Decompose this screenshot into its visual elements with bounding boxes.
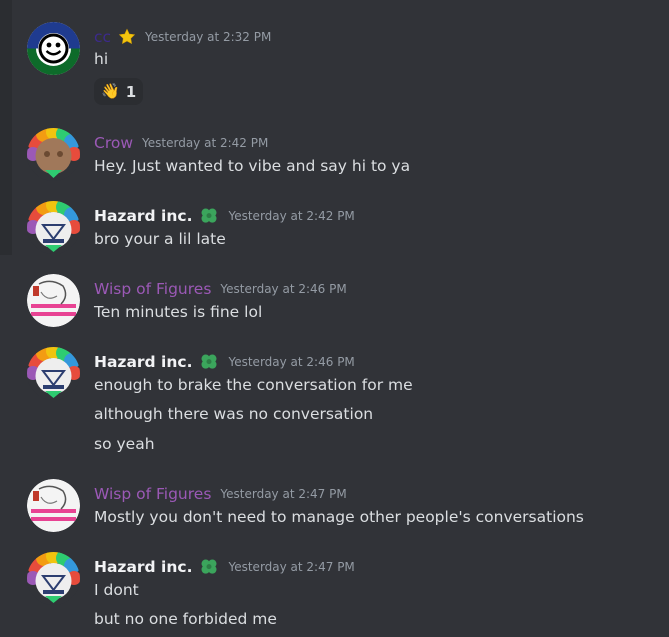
- clown-avatar-icon: [27, 552, 80, 605]
- avatar[interactable]: [27, 128, 80, 181]
- clown-avatar-icon: [27, 201, 80, 254]
- message-text: bro your a lil late: [94, 230, 226, 248]
- message-text: Hey. Just wanted to vibe and say hi to y…: [94, 157, 411, 175]
- timestamp[interactable]: Yesterday at 2:47 PM: [220, 487, 346, 501]
- smiley-avatar-icon: [27, 22, 80, 75]
- username[interactable]: Wisp of Figures: [94, 485, 211, 503]
- timestamp[interactable]: Yesterday at 2:42 PM: [228, 209, 354, 223]
- message-header: Hazard inc. Yesterday at 2:46 PM: [94, 351, 355, 373]
- sketch-avatar-icon: [27, 274, 80, 327]
- message-header: cc Yesterday at 2:32 PM: [94, 26, 271, 48]
- star-icon: [118, 28, 136, 46]
- message-text: enough to brake the conversation for me: [94, 376, 413, 394]
- username[interactable]: Hazard inc.: [94, 353, 192, 371]
- timestamp[interactable]: Yesterday at 2:47 PM: [228, 560, 354, 574]
- flower-icon: [199, 206, 219, 226]
- message-text: Mostly you don't need to manage other pe…: [94, 508, 584, 526]
- reaction-button[interactable]: 👋 1: [94, 78, 144, 105]
- clown-avatar-icon: [27, 128, 80, 181]
- sidebar-edge: [0, 0, 12, 255]
- message-header: Hazard inc. Yesterday at 2:47 PM: [94, 556, 355, 578]
- avatar[interactable]: [27, 479, 80, 532]
- username[interactable]: cc: [94, 28, 111, 46]
- username[interactable]: Hazard inc.: [94, 558, 192, 576]
- reaction-count: 1: [125, 82, 137, 101]
- message-header: Crow Yesterday at 2:42 PM: [94, 132, 268, 154]
- message-header: Wisp of Figures Yesterday at 2:46 PM: [94, 278, 347, 300]
- message-header: Hazard inc. Yesterday at 2:42 PM: [94, 205, 355, 227]
- username[interactable]: Hazard inc.: [94, 207, 192, 225]
- timestamp[interactable]: Yesterday at 2:42 PM: [142, 136, 268, 150]
- message-text: I dont: [94, 581, 139, 599]
- flower-icon: [199, 352, 219, 372]
- timestamp[interactable]: Yesterday at 2:32 PM: [145, 30, 271, 44]
- clown-avatar-icon: [27, 347, 80, 400]
- message-text: hi: [94, 50, 109, 68]
- message-header: Wisp of Figures Yesterday at 2:47 PM: [94, 483, 347, 505]
- message-text: but no one forbided me: [94, 610, 277, 628]
- avatar[interactable]: [27, 22, 80, 75]
- message-text: although there was no conversation: [94, 405, 374, 423]
- message-text: so yeah: [94, 435, 155, 453]
- flower-icon: [199, 557, 219, 577]
- username[interactable]: Wisp of Figures: [94, 280, 211, 298]
- sketch-avatar-icon: [27, 479, 80, 532]
- avatar[interactable]: [27, 201, 80, 254]
- timestamp[interactable]: Yesterday at 2:46 PM: [220, 282, 346, 296]
- wave-emoji-icon: 👋: [101, 82, 120, 100]
- timestamp[interactable]: Yesterday at 2:46 PM: [228, 355, 354, 369]
- username[interactable]: Crow: [94, 134, 133, 152]
- message-text: Ten minutes is fine lol: [94, 303, 263, 321]
- avatar[interactable]: [27, 552, 80, 605]
- avatar[interactable]: [27, 347, 80, 400]
- avatar[interactable]: [27, 274, 80, 327]
